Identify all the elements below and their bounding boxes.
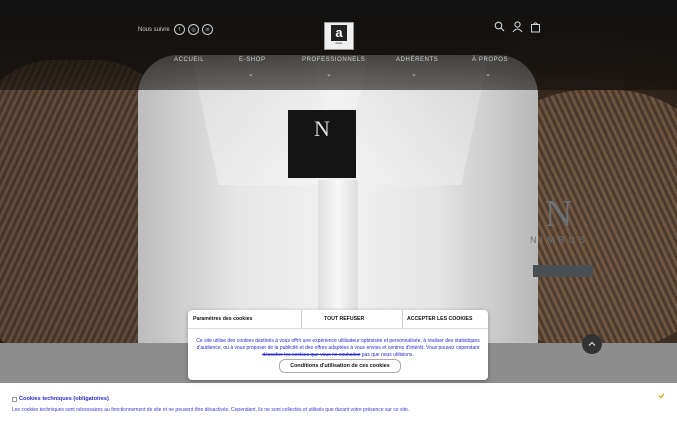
chevron-down-icon[interactable]: ⌄ bbox=[485, 70, 491, 78]
cookie-settings-title[interactable]: Paramètres des cookies bbox=[193, 310, 252, 328]
cookie-description: Ce site utilise des cookies destinés à v… bbox=[192, 338, 484, 359]
cookie-modal-header: Paramètres des cookies TOUT REFUSER ACCE… bbox=[188, 310, 488, 329]
brand-name: NIMBUS bbox=[530, 235, 590, 245]
hero-banner: N bbox=[0, 0, 677, 343]
instagram-icon[interactable]: ◎ bbox=[188, 24, 199, 35]
toggle-icon[interactable] bbox=[658, 392, 665, 401]
divider bbox=[301, 310, 302, 328]
nav-professionnels[interactable]: PROFESSIONNELS bbox=[302, 57, 365, 63]
logo-letter: a bbox=[331, 25, 347, 41]
accept-cookies-button[interactable]: ACCEPTER LES COOKIES bbox=[407, 310, 472, 328]
cookie-description-end: pas que nous utilisions. bbox=[361, 352, 414, 358]
follow-text: Nous suivre bbox=[138, 27, 170, 33]
site-logo[interactable]: a dalas bbox=[324, 22, 354, 50]
cart-icon[interactable] bbox=[529, 21, 541, 33]
linkedin-icon[interactable]: in bbox=[202, 24, 213, 35]
technical-cookies-text: Les cookies techniques sont nécessaires … bbox=[12, 407, 410, 413]
reject-all-button[interactable]: TOUT REFUSER bbox=[324, 310, 364, 328]
cookie-description-main: Ce site utilise des cookies destinés à v… bbox=[196, 338, 480, 351]
technical-cookies-title: Cookies techniques (obligatoires) bbox=[19, 396, 109, 402]
nav-eshop[interactable]: E-SHOP bbox=[239, 57, 266, 63]
scroll-top-button[interactable] bbox=[582, 334, 602, 354]
shirt-label-letter: N bbox=[314, 116, 330, 141]
cookie-conditions-button[interactable]: Conditions d'utilisation de ces cookies bbox=[279, 359, 401, 373]
technical-cookies-checkbox[interactable] bbox=[12, 397, 17, 402]
search-icon[interactable] bbox=[493, 21, 505, 33]
nav-accueil[interactable]: ACCUEIL bbox=[174, 57, 204, 63]
hero-cta-button[interactable] bbox=[533, 265, 593, 277]
brand-monogram: N bbox=[545, 193, 573, 235]
logo-subtext: dalas bbox=[335, 41, 343, 45]
shirt-label: N bbox=[288, 110, 356, 178]
nav-a-propos[interactable]: À PROPOS bbox=[472, 57, 508, 63]
nav-adherents[interactable]: ADHÉRENTS bbox=[396, 57, 438, 63]
facebook-icon[interactable]: f bbox=[174, 24, 185, 35]
chevron-down-icon[interactable]: ⌄ bbox=[248, 70, 254, 78]
user-icon[interactable] bbox=[511, 21, 523, 33]
divider bbox=[402, 310, 403, 328]
cookie-description-strike: décocher les cookies que vous ne souhait… bbox=[262, 352, 361, 358]
chevron-down-icon[interactable]: ⌄ bbox=[326, 70, 332, 78]
chevron-down-icon[interactable]: ⌄ bbox=[411, 70, 417, 78]
